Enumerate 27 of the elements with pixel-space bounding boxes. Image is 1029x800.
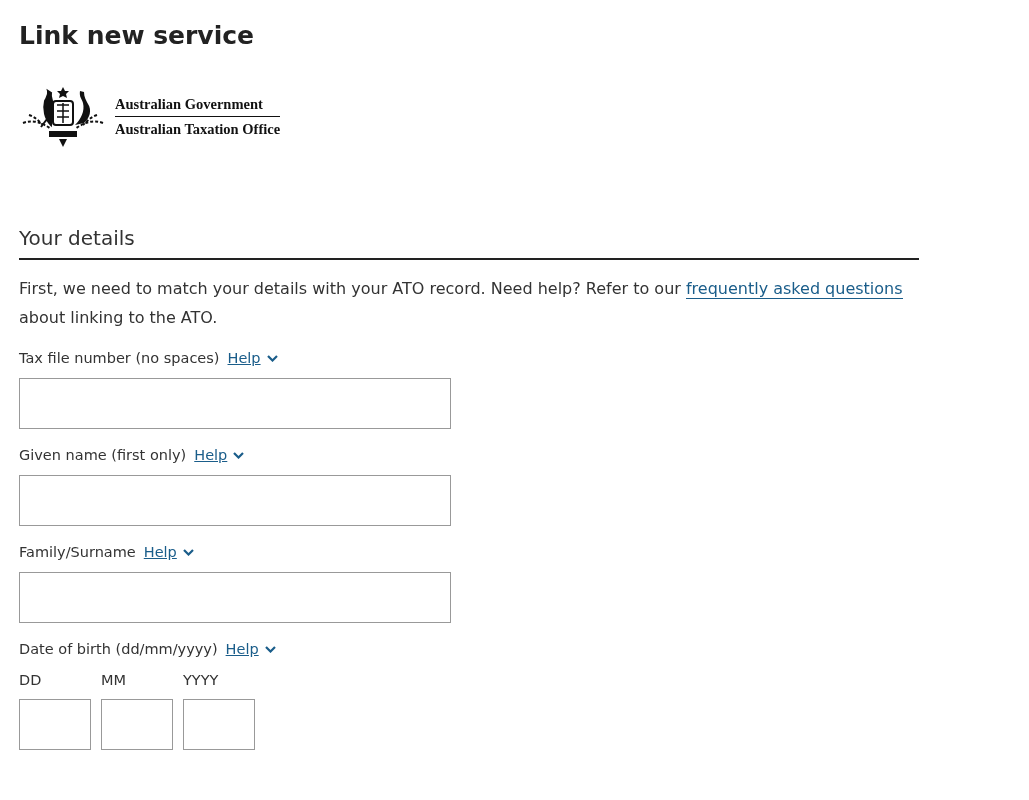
field-label: Family/Surname	[19, 544, 136, 560]
date-part-label: YYYY	[183, 672, 220, 690]
text-field[interactable]	[19, 572, 451, 623]
field-label: Given name (first only)	[19, 447, 187, 463]
logo-text: Australian Taxation Office	[115, 120, 281, 138]
section-heading: Your details	[19, 226, 919, 260]
field-label: Tax file number (no spaces)	[19, 350, 220, 366]
logo-text: Australian Government	[115, 96, 281, 117]
help-link[interactable]: Help	[225, 641, 276, 657]
text-field[interactable]	[19, 378, 451, 429]
field-label: Date of birth (dd/mm/yyyy)	[19, 641, 218, 657]
chevron-down-icon	[233, 451, 245, 459]
help-link[interactable]: Help	[227, 350, 278, 366]
chevron-down-icon	[266, 354, 278, 362]
help-link[interactable]: Help	[194, 447, 245, 463]
page-title: Link new service	[19, 20, 255, 52]
date-part-label: MM	[101, 672, 128, 690]
date-field[interactable]	[101, 699, 173, 750]
chevron-down-icon	[182, 548, 194, 556]
faq-link[interactable]: frequently asked questions	[685, 279, 903, 299]
chevron-down-icon	[264, 645, 276, 653]
help-link[interactable]: Help	[143, 544, 194, 560]
intro-text: First, we need to match your details with your ATO record. Need help? Refer to our frequently asked questions about linking to the ATO.	[19, 278, 904, 329]
date-part-label: DD	[19, 672, 43, 690]
text-field[interactable]	[19, 475, 451, 526]
date-field[interactable]	[19, 699, 91, 750]
date-field[interactable]	[183, 699, 255, 750]
